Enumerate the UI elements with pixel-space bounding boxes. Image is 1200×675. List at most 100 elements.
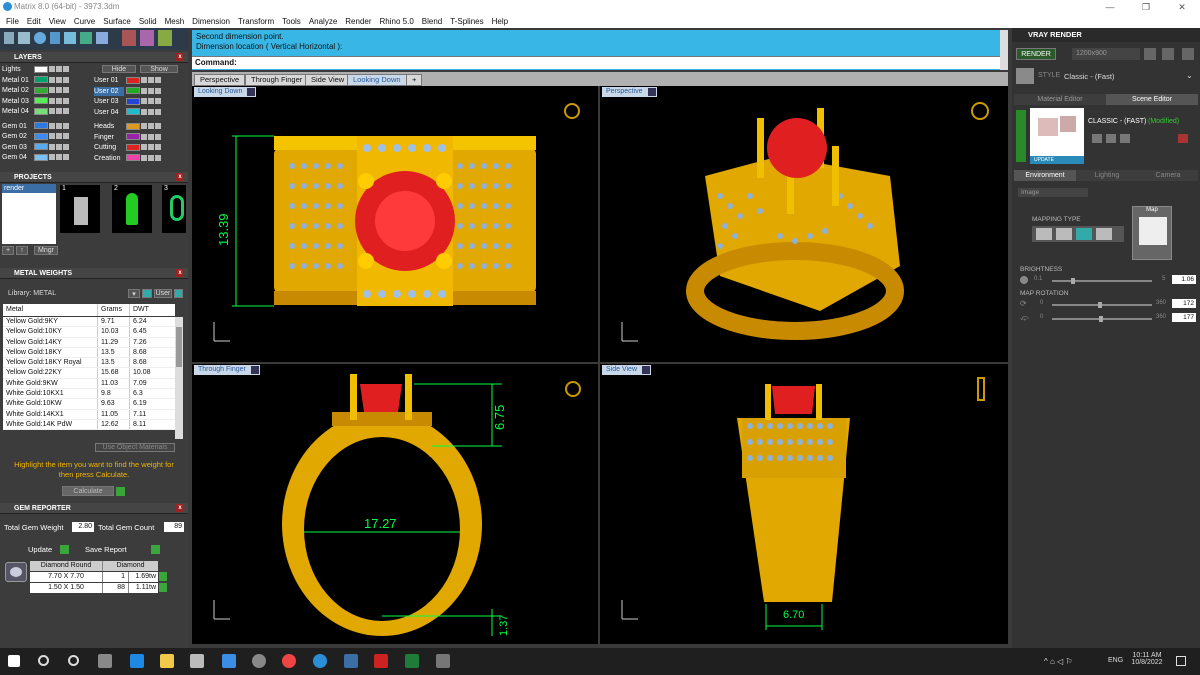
tab-through-finger[interactable]: Through Finger	[245, 74, 309, 86]
projects-list[interactable]: render	[2, 184, 56, 244]
menu-item-file[interactable]: File	[2, 17, 23, 26]
viewport-through-finger[interactable]: Through Finger 6.75 17.27 1.37	[192, 364, 598, 644]
tool-icon[interactable]	[4, 32, 14, 44]
clock[interactable]: 10:11 AM 10/8/2022	[1130, 652, 1164, 666]
update-go-icon[interactable]	[60, 545, 69, 554]
tool-icon[interactable]	[64, 32, 76, 44]
cortana-icon[interactable]	[68, 655, 79, 666]
mapping-flat-icon[interactable]	[1036, 228, 1052, 240]
layer-color-swatch[interactable]	[126, 87, 140, 95]
visibility-icon[interactable]	[148, 144, 154, 151]
user-toggle-button[interactable]	[174, 289, 183, 298]
visibility-icon[interactable]	[56, 133, 62, 140]
hide-button[interactable]: Hide	[102, 65, 136, 73]
app-icon[interactable]	[436, 654, 450, 668]
project-thumb[interactable]: 2	[112, 185, 152, 233]
resolution-field[interactable]: 1200x900	[1072, 48, 1140, 60]
layer-option-icon[interactable]	[155, 144, 161, 151]
update-button[interactable]: Update	[28, 545, 52, 554]
menu-item-rhino-5-0[interactable]: Rhino 5.0	[376, 17, 418, 26]
layer-option-icon[interactable]	[63, 108, 69, 115]
lock-icon[interactable]	[141, 77, 147, 84]
options-icon[interactable]	[1182, 48, 1194, 60]
table-row[interactable]: Yellow Gold:22KY 15.68 10.08	[3, 368, 175, 379]
layer-item[interactable]: Metal 01	[2, 76, 69, 85]
layer-option-icon[interactable]	[155, 87, 161, 94]
layer-color-swatch[interactable]	[126, 122, 140, 130]
table-scrollbar[interactable]	[175, 317, 183, 439]
tool-icon[interactable]	[96, 32, 108, 44]
notification-icon[interactable]	[1176, 656, 1186, 666]
layer-color-swatch[interactable]	[126, 143, 140, 151]
metal-table[interactable]: Yellow Gold:9KY 9.71 6.24 Yellow Gold:10KY 1…	[3, 317, 175, 431]
tab-looking-down[interactable]: Looking Down	[347, 74, 407, 86]
layer-item[interactable]: Metal 03	[2, 97, 69, 106]
tab-scene-editor[interactable]: Scene Editor	[1106, 94, 1198, 105]
layer-color-swatch[interactable]	[34, 153, 48, 161]
folder-icon[interactable]	[1120, 134, 1130, 143]
menu-item-solid[interactable]: Solid	[135, 17, 161, 26]
tab-side-view[interactable]: Side View	[305, 74, 351, 86]
app-icon[interactable]	[374, 654, 388, 668]
project-item[interactable]: render	[2, 184, 56, 193]
close-icon[interactable]: x	[176, 504, 184, 512]
layer-item[interactable]: User 01	[94, 76, 161, 85]
layer-item[interactable]: Metal 04	[2, 107, 69, 116]
brightness-slider[interactable]	[1052, 278, 1152, 284]
close-icon[interactable]: x	[176, 173, 184, 181]
tool-icon[interactable]	[158, 30, 172, 46]
mapping-box-icon[interactable]	[1056, 228, 1072, 240]
layer-option-icon[interactable]	[63, 133, 69, 140]
windows-start-icon[interactable]	[8, 655, 20, 667]
lock-icon[interactable]	[141, 154, 147, 161]
menu-item-render[interactable]: Render	[341, 17, 375, 26]
layer-item[interactable]: Cutting	[94, 143, 161, 152]
layer-item[interactable]: User 04	[94, 108, 161, 117]
layer-option-icon[interactable]	[155, 154, 161, 161]
layer-item[interactable]: Finger	[94, 133, 161, 142]
rotation-value-1[interactable]: 172	[1172, 299, 1196, 308]
save-report-button[interactable]: Save Report	[85, 545, 127, 554]
calculate-go-icon[interactable]	[116, 487, 125, 496]
table-row[interactable]: White Gold:10KX1 9.8 6.3	[3, 389, 175, 400]
tool-icon[interactable]	[140, 30, 154, 46]
visibility-icon[interactable]	[56, 87, 62, 94]
slider-knob[interactable]	[1097, 302, 1102, 308]
lock-icon[interactable]	[141, 133, 147, 140]
visibility-icon[interactable]	[148, 87, 154, 94]
layer-option-icon[interactable]	[155, 98, 161, 105]
render-button[interactable]: RENDER	[1016, 48, 1056, 60]
menu-item-curve[interactable]: Curve	[70, 17, 99, 26]
menu-item-transform[interactable]: Transform	[234, 17, 278, 26]
mail-icon[interactable]	[222, 654, 236, 668]
close-icon[interactable]: ✕	[1164, 0, 1200, 14]
photos-icon[interactable]	[344, 654, 358, 668]
layer-option-icon[interactable]	[63, 66, 69, 73]
lock-icon[interactable]	[49, 133, 55, 140]
layer-color-swatch[interactable]	[34, 86, 48, 94]
row-go-icon[interactable]	[159, 572, 167, 581]
table-row[interactable]: White Gold:14K PdW 12.62 8.11	[3, 419, 175, 431]
layer-item[interactable]: Gem 03	[2, 143, 69, 152]
layer-color-swatch[interactable]	[34, 97, 48, 105]
visibility-icon[interactable]	[148, 133, 154, 140]
layer-item[interactable]: User 02	[94, 86, 161, 96]
expand-handle[interactable]	[1016, 110, 1026, 162]
task-view-icon[interactable]	[98, 654, 112, 668]
maximize-icon[interactable]: ❐	[1128, 0, 1164, 14]
close-icon[interactable]: x	[176, 269, 184, 277]
lock-icon[interactable]	[141, 108, 147, 115]
layer-color-swatch[interactable]	[126, 133, 140, 141]
file-explorer-icon[interactable]	[160, 654, 174, 668]
menu-item-analyze[interactable]: Analyze	[305, 17, 341, 26]
edge-icon[interactable]	[130, 654, 144, 668]
menu-item-mesh[interactable]: Mesh	[161, 17, 189, 26]
table-row[interactable]: White Gold:9KW 11.03 7.09	[3, 378, 175, 390]
table-row[interactable]: Yellow Gold:10KY 10.03 6.45	[3, 327, 175, 338]
visibility-icon[interactable]	[148, 77, 154, 84]
layer-option-icon[interactable]	[155, 77, 161, 84]
layer-color-swatch[interactable]	[34, 107, 48, 115]
table-row[interactable]: Yellow Gold:9KY 9.71 6.24	[3, 317, 175, 328]
command-input[interactable]: Command:	[192, 56, 1000, 69]
lock-icon[interactable]	[49, 122, 55, 129]
